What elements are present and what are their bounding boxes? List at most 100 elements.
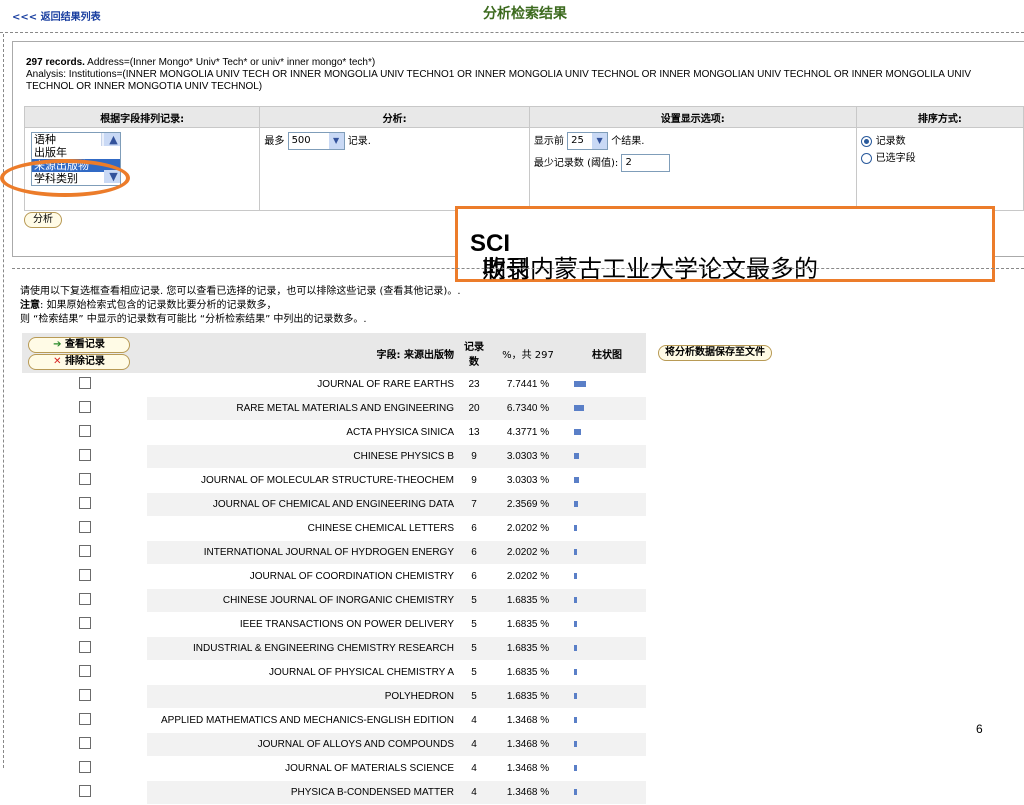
scroll-up-icon[interactable]: ▲ [104, 133, 120, 146]
record-count: 4 [460, 708, 488, 733]
record-count: 5 [460, 612, 488, 637]
address-query: Address=(Inner Mongo* Univ* Tech* or uni… [87, 57, 376, 68]
row-checkbox-cell [22, 780, 147, 805]
cross-icon: ✕ [53, 355, 62, 367]
analyze-button[interactable]: 分析 [24, 212, 62, 228]
bar [574, 573, 577, 580]
sort-by-header: 排序方式: [855, 106, 1024, 128]
page-title: 分析检索结果 [483, 6, 567, 22]
journal-name: RARE METAL MATERIALS AND ENGINEERING [147, 396, 460, 421]
journal-name: POLYHEDRON [147, 684, 460, 709]
bar-cell [568, 612, 646, 637]
record-percent: 1.3468 % [488, 780, 568, 805]
bar-cell [568, 780, 646, 805]
page-number: 6 [976, 722, 983, 736]
row-checkbox-cell [22, 636, 147, 661]
analyze-cell: 最多 500 ▼ 记录. [259, 127, 530, 211]
view-records-button[interactable]: ➔ 查看记录 [28, 336, 130, 353]
record-count: 23 [460, 373, 488, 397]
row-checkbox[interactable] [78, 401, 91, 413]
max-suffix: 记录. [347, 136, 371, 147]
bar [574, 621, 577, 628]
row-checkbox[interactable] [78, 761, 91, 773]
min-records-input[interactable]: 2 [621, 154, 671, 172]
row-checkbox[interactable] [78, 641, 91, 653]
row-checkbox[interactable] [78, 593, 91, 605]
row-checkbox-cell [22, 492, 147, 517]
row-checkbox[interactable] [78, 785, 91, 797]
record-count: 6 [460, 516, 488, 541]
record-count: 13 [460, 420, 488, 445]
row-checkbox[interactable] [78, 425, 91, 437]
row-checkbox[interactable] [78, 449, 91, 461]
row-checkbox-cell [22, 660, 147, 685]
record-count: 5 [460, 588, 488, 613]
row-checkbox[interactable] [78, 569, 91, 581]
record-percent: 2.3569 % [488, 492, 568, 517]
row-checkbox[interactable] [78, 713, 91, 725]
row-checkbox-cell [22, 588, 147, 613]
row-checkbox[interactable] [78, 377, 91, 389]
max-records-select[interactable]: 500 ▼ [287, 132, 345, 150]
highlight-oval [0, 159, 130, 197]
bar [574, 717, 577, 724]
row-checkbox[interactable] [78, 497, 91, 509]
record-count: 6 [460, 540, 488, 565]
row-checkbox[interactable] [78, 545, 91, 557]
record-percent: 3.0303 % [488, 468, 568, 493]
bar [574, 429, 581, 436]
sort-field-radio[interactable] [860, 152, 872, 164]
bar [574, 405, 584, 412]
back-to-results-link[interactable]: <<< 返回结果列表 [12, 8, 101, 23]
table-row: ACTA PHYSICA SINICA 13 4.3771 % [22, 420, 784, 445]
display-options-cell: 显示前 25 ▼ 个结果. 最少记录数 (阈值): 2 [528, 127, 857, 211]
records-count: 297 records. [26, 57, 85, 68]
row-checkbox-cell [22, 756, 147, 781]
bar-cell [568, 516, 646, 541]
chevron-down-icon[interactable]: ▼ [328, 133, 344, 149]
bar [574, 669, 577, 676]
record-count: 5 [460, 660, 488, 685]
journal-name: APPLIED MATHEMATICS AND MECHANICS-ENGLIS… [147, 708, 460, 733]
count-header: 记录数 [460, 333, 488, 373]
record-count: 6 [460, 564, 488, 589]
row-checkbox-cell [22, 516, 147, 541]
row-checkbox[interactable] [78, 521, 91, 533]
bar [574, 645, 577, 652]
table-row: PHYSICA B-CONDENSED MATTER 4 1.3468 % [22, 780, 784, 805]
chevron-down-icon[interactable]: ▼ [592, 133, 608, 149]
show-top-select[interactable]: 25 ▼ [567, 132, 609, 150]
sort-records-label: 记录数 [875, 136, 906, 147]
rank-by-field-header: 根据字段排列记录: [23, 106, 261, 128]
record-percent: 1.6835 % [488, 636, 568, 661]
save-header: 将分析数据保存至文件 [646, 333, 784, 373]
listbox-scrollbar[interactable]: ▲ ▼ [101, 133, 120, 183]
save-analysis-button[interactable]: 将分析数据保存至文件 [658, 345, 772, 361]
sort-cell: 记录数 已选字段 [855, 127, 1024, 211]
row-checkbox[interactable] [78, 737, 91, 749]
exclude-records-button[interactable]: ✕ 排除记录 [28, 353, 130, 370]
journal-name: JOURNAL OF CHEMICAL AND ENGINEERING DATA [147, 492, 460, 517]
bar-cell [568, 756, 646, 781]
sort-records-radio[interactable] [860, 135, 872, 147]
bar-cell [568, 684, 646, 709]
record-percent: 1.3468 % [488, 732, 568, 757]
table-row: APPLIED MATHEMATICS AND MECHANICS-ENGLIS… [22, 708, 784, 733]
journal-name: CHINESE JOURNAL OF INORGANIC CHEMISTRY [147, 588, 460, 613]
journal-name: JOURNAL OF ALLOYS AND COMPOUNDS [147, 732, 460, 757]
record-percent: 7.7441 % [488, 373, 568, 397]
bar [574, 501, 578, 508]
record-percent: 1.3468 % [488, 756, 568, 781]
show-suffix: 个结果. [611, 136, 645, 147]
row-checkbox[interactable] [78, 665, 91, 677]
row-checkbox[interactable] [78, 689, 91, 701]
row-checkbox[interactable] [78, 473, 91, 485]
journal-name: INDUSTRIAL & ENGINEERING CHEMISTRY RESEA… [147, 636, 460, 661]
table-row: CHINESE JOURNAL OF INORGANIC CHEMISTRY 5 1… [22, 588, 784, 613]
analyze-header: 分析: [259, 106, 530, 128]
bar-cell [568, 492, 646, 517]
row-checkbox[interactable] [78, 617, 91, 629]
record-count: 4 [460, 756, 488, 781]
header-divider [0, 32, 1024, 33]
record-count: 4 [460, 732, 488, 757]
